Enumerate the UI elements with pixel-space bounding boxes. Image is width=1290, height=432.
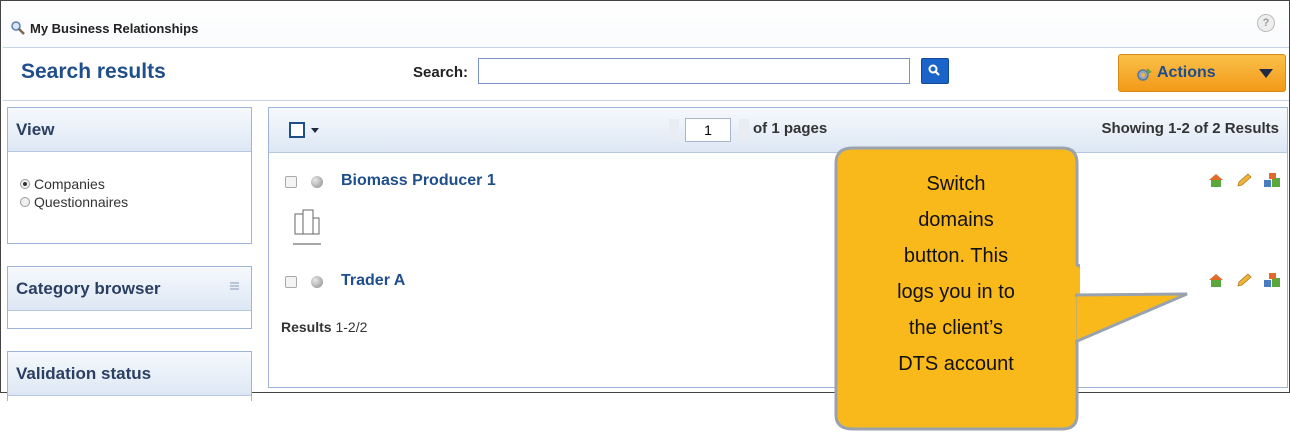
row-checkbox[interactable]	[285, 276, 297, 288]
chevron-down-icon	[1259, 69, 1273, 78]
callout-line: Switch	[926, 173, 986, 195]
gear-icon	[1135, 66, 1153, 82]
validation-status-title[interactable]: Validation status	[8, 352, 251, 396]
company-logo	[289, 206, 325, 248]
callout-text: Switch domains button. This logs you in …	[852, 166, 1060, 382]
pencil-icon[interactable]	[1235, 272, 1253, 288]
callout-pointer	[1075, 292, 1188, 344]
magnifier-icon	[10, 20, 26, 36]
actions-label: Actions	[1157, 64, 1216, 81]
row-actions	[1207, 272, 1281, 288]
page-title: Search results	[21, 60, 166, 83]
home-icon[interactable]	[1207, 272, 1225, 288]
chevron-down-icon[interactable]	[311, 128, 319, 133]
window-title: My Business Relationships	[30, 20, 199, 36]
results-summary: Showing 1-2 of 2 Results	[1101, 120, 1279, 137]
callout-line: domains	[918, 209, 994, 231]
search-input[interactable]	[478, 58, 910, 84]
header-row: Search results Search: Actions	[3, 47, 1289, 101]
actions-button[interactable]: Actions	[1118, 54, 1286, 92]
select-all-checkbox[interactable]	[289, 122, 305, 138]
category-browser-panel: Category browser	[7, 266, 252, 329]
row-checkbox[interactable]	[285, 176, 297, 188]
view-option-label: Companies	[34, 176, 105, 192]
row-actions	[1207, 172, 1281, 188]
status-dot-icon	[311, 276, 323, 288]
search-button[interactable]	[921, 58, 949, 84]
callout-line: DTS account	[898, 353, 1014, 375]
company-link[interactable]: Biomass Producer 1	[341, 172, 496, 190]
menu-icon[interactable]	[230, 285, 239, 287]
view-panel: View Companies Questionnaires	[7, 107, 252, 244]
pencil-icon[interactable]	[1235, 172, 1253, 188]
results-toolbar: of 1 pages Showing 1-2 of 2 Results	[269, 108, 1287, 153]
view-option-label: Questionnaires	[34, 194, 129, 210]
home-icon[interactable]	[1207, 172, 1225, 188]
next-page-button[interactable]	[739, 119, 749, 141]
callout-line: button. This	[903, 245, 1009, 267]
switch-domains-icon[interactable]	[1263, 272, 1281, 288]
results-footer: Results 1-2/2	[281, 319, 367, 335]
top-bar: My Business Relationships ? Search resul…	[2, 2, 1289, 101]
page-count-label: of 1 pages	[753, 120, 828, 137]
category-browser-title: Category browser	[16, 279, 161, 298]
page-number-input[interactable]	[685, 118, 731, 142]
help-icon[interactable]: ?	[1257, 14, 1275, 32]
radio-unselected-icon[interactable]	[20, 197, 30, 207]
category-browser-header[interactable]: Category browser	[8, 267, 251, 311]
callout-line: the client’s	[908, 317, 1004, 339]
callout-line: logs you in to	[897, 281, 1015, 303]
search-label: Search:	[413, 64, 469, 81]
list-item: Biomass Producer 1	[269, 168, 1287, 258]
results-footer-range: 1-2/2	[335, 319, 368, 335]
validation-status-panel: Validation status	[7, 351, 252, 401]
radio-selected-icon[interactable]	[20, 179, 30, 189]
results-footer-label: Results	[281, 319, 332, 335]
status-dot-icon	[311, 176, 323, 188]
previous-page-button[interactable]	[669, 119, 679, 141]
view-option-questionnaires[interactable]: Questionnaires	[20, 194, 128, 210]
switch-domains-icon[interactable]	[1263, 172, 1281, 188]
window-title-row: My Business Relationships	[10, 20, 198, 36]
company-link[interactable]: Trader A	[341, 272, 405, 290]
view-panel-title: View	[8, 108, 251, 152]
view-option-companies[interactable]: Companies	[20, 176, 105, 192]
search-icon	[928, 64, 940, 76]
